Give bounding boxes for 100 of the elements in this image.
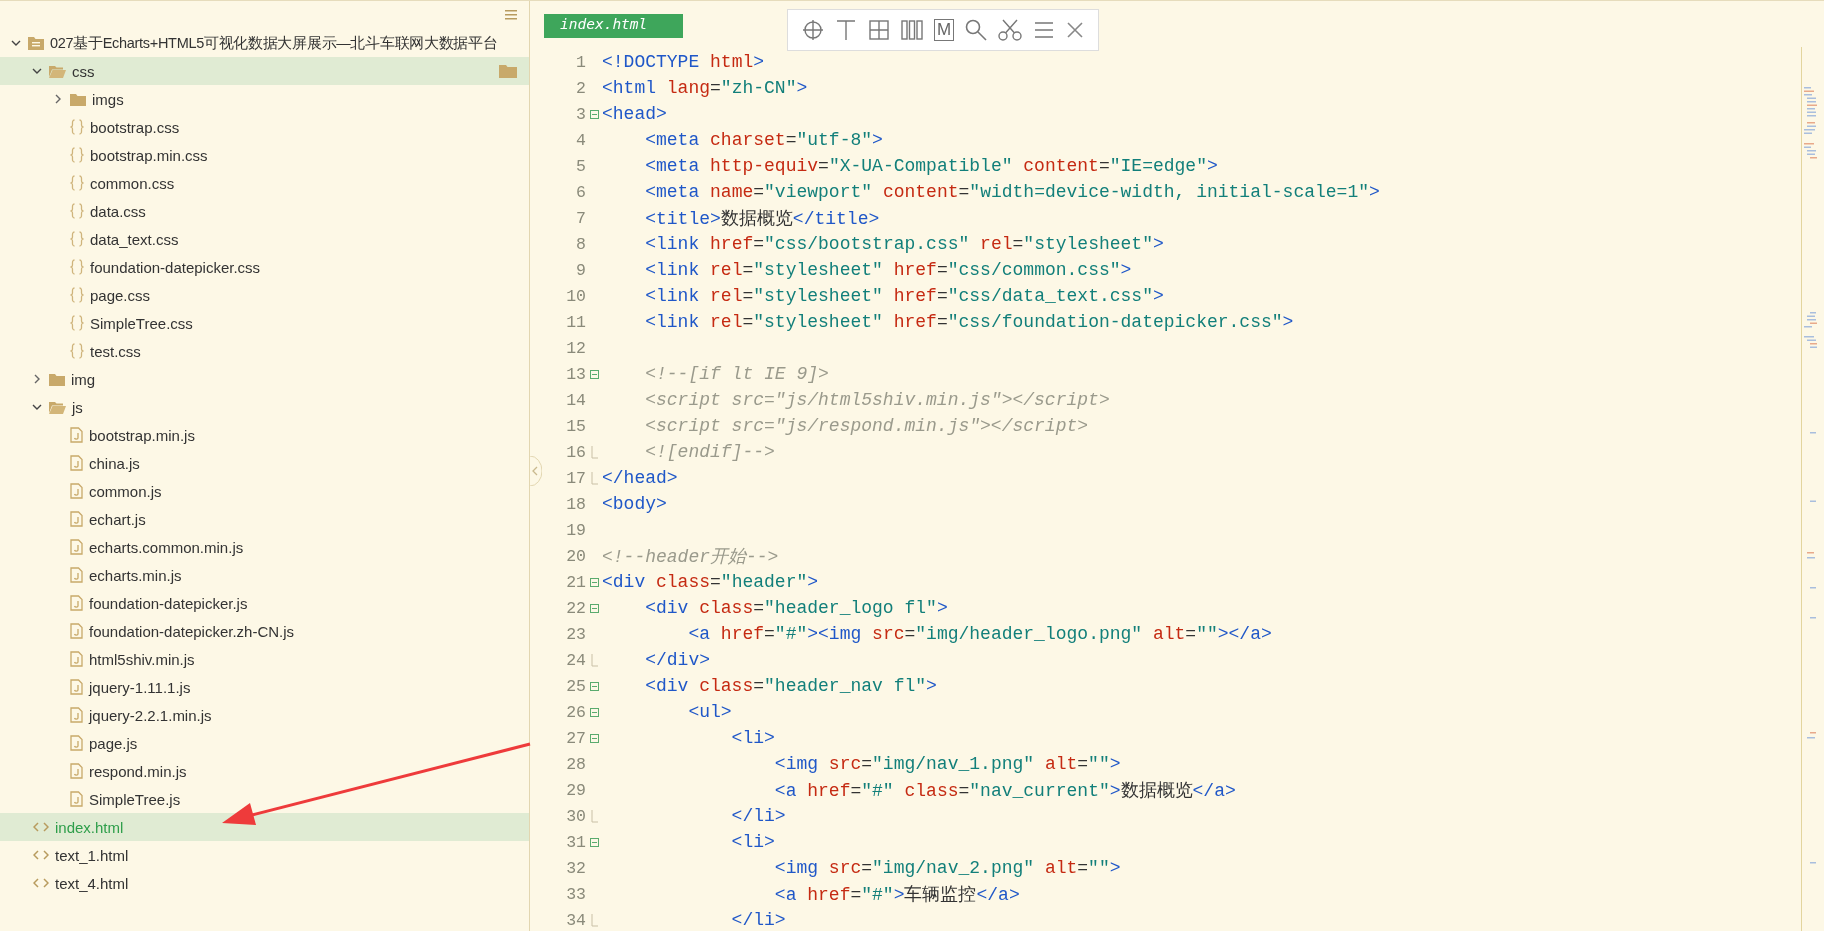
line-number: 13 [565, 364, 586, 384]
code-line: <a href="#" class="nav_current">数据概览</a> [773, 780, 1236, 802]
line-number: 22 [565, 598, 586, 618]
fold-icon[interactable] [589, 577, 599, 587]
line-number: 11 [565, 312, 586, 332]
braces-icon [70, 231, 84, 247]
chevron-icon[interactable] [32, 374, 42, 384]
fold-icon[interactable] [589, 707, 599, 717]
tree-item[interactable]: common.js [0, 477, 529, 505]
line-number: 33 [565, 884, 586, 904]
tree-item[interactable]: echart.js [0, 505, 529, 533]
line-number: 3 [575, 104, 586, 124]
braces-icon [70, 147, 84, 163]
line-number: 16 [565, 442, 586, 462]
tree-item[interactable]: echarts.common.min.js [0, 533, 529, 561]
tree-item[interactable]: SimpleTree.css [0, 309, 529, 337]
chevron-icon[interactable] [53, 94, 63, 104]
tree-item[interactable]: page.js [0, 729, 529, 757]
braces-icon [70, 259, 84, 275]
angle-brackets-icon [33, 878, 49, 888]
tree-item[interactable]: bootstrap.min.css [0, 141, 529, 169]
fold-icon[interactable] [589, 733, 599, 743]
tree-item[interactable]: SimpleTree.js [0, 785, 529, 813]
code-line: <link rel="stylesheet" href="css/common.css"> [644, 260, 1132, 280]
chevron-icon[interactable] [11, 38, 21, 48]
text-cursor-icon[interactable] [835, 19, 857, 41]
line-number: 34 [565, 910, 586, 930]
crosshair-icon[interactable] [802, 19, 824, 41]
fold-icon[interactable] [589, 681, 599, 691]
braces-icon [70, 119, 84, 135]
folder-icon[interactable] [499, 64, 517, 78]
code-line: </li> [730, 910, 786, 930]
tree-item[interactable]: common.css [0, 169, 529, 197]
tree-item[interactable]: bootstrap.min.js [0, 421, 529, 449]
line-number: 19 [565, 520, 586, 540]
tree-item[interactable]: bootstrap.css [0, 113, 529, 141]
tree-item[interactable]: data.css [0, 197, 529, 225]
code-line: <li> [730, 728, 775, 748]
line-number: 1 [575, 52, 586, 72]
fold-end-mark [590, 653, 598, 667]
open-folder-icon [49, 64, 66, 78]
fold-icon[interactable] [589, 109, 599, 119]
tree-item[interactable]: page.css [0, 281, 529, 309]
code-line: <meta charset="utf-8"> [644, 130, 883, 150]
tree-item[interactable]: css [0, 57, 529, 85]
tree-item[interactable]: foundation-datepicker.css [0, 253, 529, 281]
close-icon[interactable] [1066, 21, 1085, 39]
chevron-icon[interactable] [32, 402, 42, 412]
file-icon [70, 651, 83, 667]
code-line: <body> [602, 494, 667, 514]
line-number: 4 [575, 130, 586, 150]
fold-icon[interactable] [589, 603, 599, 613]
file-icon [70, 595, 83, 611]
braces-icon [70, 287, 84, 303]
tree-item[interactable]: text_4.html [0, 869, 529, 897]
code-line: <link rel="stylesheet" href="css/data_text.css"> [644, 286, 1164, 306]
line-number: 9 [575, 260, 586, 280]
code-line: <script src="js/html5shiv.min.js"></script> [644, 390, 1110, 410]
code-line: <div class="header_logo fl"> [644, 598, 948, 618]
fold-end-mark [590, 913, 598, 927]
tree-item[interactable]: data_text.css [0, 225, 529, 253]
angle-brackets-icon [33, 850, 49, 860]
tree-item[interactable]: echarts.min.js [0, 561, 529, 589]
menu-icon[interactable] [1033, 19, 1056, 41]
code-line: <![endif]--> [644, 442, 775, 462]
tree-item[interactable]: jquery-2.2.1.min.js [0, 701, 529, 729]
line-number: 14 [565, 390, 586, 410]
tree-item[interactable]: jquery-1.11.1.js [0, 673, 529, 701]
project-folder-icon [28, 36, 44, 50]
tree-item[interactable]: 027基于Echarts+HTML5可视化数据大屏展示—北斗车联网大数据平台 [0, 29, 529, 57]
fold-icon[interactable] [589, 837, 599, 847]
tree-item[interactable]: respond.min.js [0, 757, 529, 785]
line-number: 32 [565, 858, 586, 878]
tree-item[interactable]: foundation-datepicker.js [0, 589, 529, 617]
tree-item[interactable]: img [0, 365, 529, 393]
columns-icon[interactable] [901, 19, 923, 41]
search-icon[interactable] [965, 19, 988, 41]
line-number: 17 [565, 468, 586, 488]
chevron-icon[interactable] [32, 66, 42, 76]
fold-icon[interactable] [589, 369, 599, 379]
tree-item[interactable]: foundation-datepicker.zh-CN.js [0, 617, 529, 645]
fold-end-mark [590, 471, 598, 485]
tree-item[interactable]: js [0, 393, 529, 421]
tree-item[interactable]: china.js [0, 449, 529, 477]
menu-icon[interactable] [505, 10, 517, 20]
tree-item[interactable]: test.css [0, 337, 529, 365]
code-line: <img src="img/nav_1.png" alt=""> [773, 754, 1121, 774]
tree-item[interactable]: html5shiv.min.js [0, 645, 529, 673]
tree-item[interactable]: imgs [0, 85, 529, 113]
tree-item[interactable]: text_1.html [0, 841, 529, 869]
collapse-handle-icon[interactable] [530, 456, 542, 486]
line-number: 23 [565, 624, 586, 644]
code-line: <meta http-equiv="X-UA-Compatible" content="IE=edge"> [644, 156, 1218, 176]
line-number: 24 [565, 650, 586, 670]
markdown-button[interactable]: M [934, 19, 955, 41]
code-line: <title>数据概览</title> [644, 208, 880, 230]
grid-icon[interactable] [868, 19, 890, 41]
code-line: <a href="#"><img src="img/header_logo.png" alt=""></a> [687, 624, 1272, 644]
file-icon [70, 735, 83, 751]
scissors-icon[interactable] [998, 19, 1023, 41]
